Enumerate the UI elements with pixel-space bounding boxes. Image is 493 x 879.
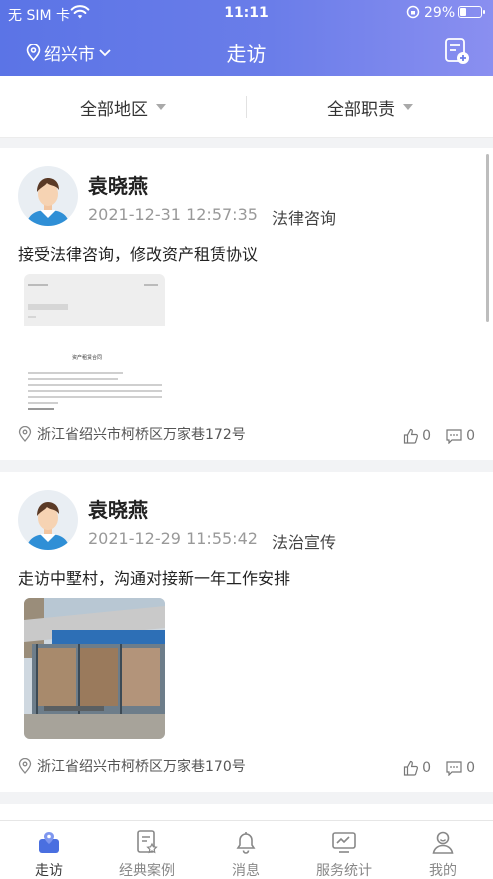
visit-photo[interactable] bbox=[24, 598, 165, 739]
comment-count: 0 bbox=[466, 760, 475, 776]
comment-button[interactable]: 0 bbox=[445, 760, 475, 776]
visit-list[interactable]: 袁晓燕 2021-12-31 12:57:35 法律咨询 接受法律咨询，修改资产… bbox=[0, 138, 493, 820]
thumbs-up-icon bbox=[404, 428, 419, 444]
status-bar: 无 SIM 卡 11:11 29% bbox=[0, 0, 493, 26]
tab-statistics[interactable]: 服务统计 bbox=[295, 821, 393, 879]
battery-percent: 29% bbox=[424, 5, 456, 21]
battery-icon bbox=[458, 6, 485, 18]
tab-label: 经典案例 bbox=[119, 863, 175, 879]
tab-label: 消息 bbox=[232, 863, 260, 879]
comment-icon bbox=[446, 429, 462, 444]
like-button[interactable]: 0 bbox=[403, 760, 431, 776]
scrollbar[interactable] bbox=[486, 154, 489, 322]
visit-actions: 0 0 bbox=[403, 428, 475, 444]
tab-cases[interactable]: 经典案例 bbox=[98, 821, 196, 879]
tab-messages[interactable]: 消息 bbox=[197, 821, 295, 879]
bell-icon bbox=[236, 832, 256, 854]
visit-actions: 0 0 bbox=[403, 760, 475, 776]
rotation-lock-icon bbox=[406, 5, 420, 19]
case-icon bbox=[137, 830, 158, 854]
thumbs-up-icon bbox=[404, 760, 419, 776]
avatar bbox=[18, 166, 78, 226]
tab-label: 走访 bbox=[35, 863, 63, 879]
visit-meta: 2021-12-29 11:55:42 法治宣传 bbox=[88, 529, 336, 553]
region-filter-label: 全部地区 bbox=[80, 99, 148, 120]
visit-card[interactable]: 袁晓燕 2021-12-29 11:55:42 法治宣传 走访中墅村，沟通对接新… bbox=[0, 472, 493, 792]
visit-description: 接受法律咨询，修改资产租赁协议 bbox=[18, 245, 259, 264]
avatar bbox=[18, 490, 78, 550]
visit-category: 法治宣传 bbox=[271, 533, 336, 552]
monitor-icon bbox=[332, 832, 356, 853]
visit-address: 浙江省绍兴市柯桥区万家巷170号 bbox=[37, 759, 246, 775]
visit-description: 走访中墅村，沟通对接新一年工作安排 bbox=[18, 569, 291, 588]
region-filter[interactable]: 全部地区 bbox=[0, 76, 246, 138]
comment-count: 0 bbox=[466, 428, 475, 444]
visit-icon bbox=[39, 832, 59, 853]
visit-card[interactable]: 袁晓燕 2021-12-31 12:57:35 法律咨询 接受法律咨询，修改资产… bbox=[0, 148, 493, 460]
visit-datetime: 2021-12-29 11:55:42 bbox=[88, 529, 258, 548]
filter-bar: 全部地区 全部职责 bbox=[0, 76, 493, 138]
tab-bar: 走访 经典案例 消息 服务统计 我的 bbox=[0, 820, 493, 879]
like-count: 0 bbox=[422, 760, 432, 776]
tab-label: 服务统计 bbox=[316, 863, 372, 879]
caret-down-icon bbox=[156, 104, 166, 110]
tab-label: 我的 bbox=[429, 863, 457, 879]
visit-address: 浙江省绍兴市柯桥区万家巷172号 bbox=[37, 427, 246, 443]
tab-visit[interactable]: 走访 bbox=[0, 821, 98, 879]
location-pin-icon bbox=[18, 758, 32, 774]
location-pin-icon bbox=[18, 426, 32, 442]
visit-location: 浙江省绍兴市柯桥区万家巷170号 bbox=[18, 756, 246, 776]
user-avatar-icon bbox=[26, 502, 70, 550]
bus-shelter-photo bbox=[24, 598, 165, 739]
visit-category: 法律咨询 bbox=[271, 209, 336, 228]
comment-button[interactable]: 0 bbox=[445, 428, 475, 444]
visit-meta: 2021-12-31 12:57:35 法律咨询 bbox=[88, 205, 336, 229]
comment-icon bbox=[446, 761, 462, 776]
like-button[interactable]: 0 bbox=[403, 428, 431, 444]
add-visit-icon[interactable] bbox=[444, 37, 470, 65]
visitor-name: 袁晓燕 bbox=[88, 174, 148, 198]
visitor-name: 袁晓燕 bbox=[88, 498, 148, 522]
document-thumbnail: 资产租赁合同 bbox=[24, 274, 165, 415]
visit-location: 浙江省绍兴市柯桥区万家巷172号 bbox=[18, 424, 246, 444]
caret-down-icon bbox=[403, 104, 413, 110]
app-header: 无 SIM 卡 11:11 29% 绍兴市 走访 bbox=[0, 0, 493, 76]
nav-bar: 绍兴市 走访 bbox=[0, 26, 493, 76]
tab-mine[interactable]: 我的 bbox=[394, 821, 492, 879]
duty-filter-label: 全部职责 bbox=[327, 99, 395, 120]
user-avatar-icon bbox=[26, 178, 70, 226]
page-title: 走访 bbox=[226, 42, 267, 66]
visit-card[interactable] bbox=[0, 804, 493, 820]
visit-photo[interactable]: 资产租赁合同 bbox=[24, 274, 165, 415]
visit-datetime: 2021-12-31 12:57:35 bbox=[88, 205, 258, 224]
duty-filter[interactable]: 全部职责 bbox=[247, 76, 493, 138]
like-count: 0 bbox=[422, 428, 432, 444]
document-title: 资产租赁合同 bbox=[72, 355, 103, 361]
user-icon bbox=[432, 831, 454, 854]
